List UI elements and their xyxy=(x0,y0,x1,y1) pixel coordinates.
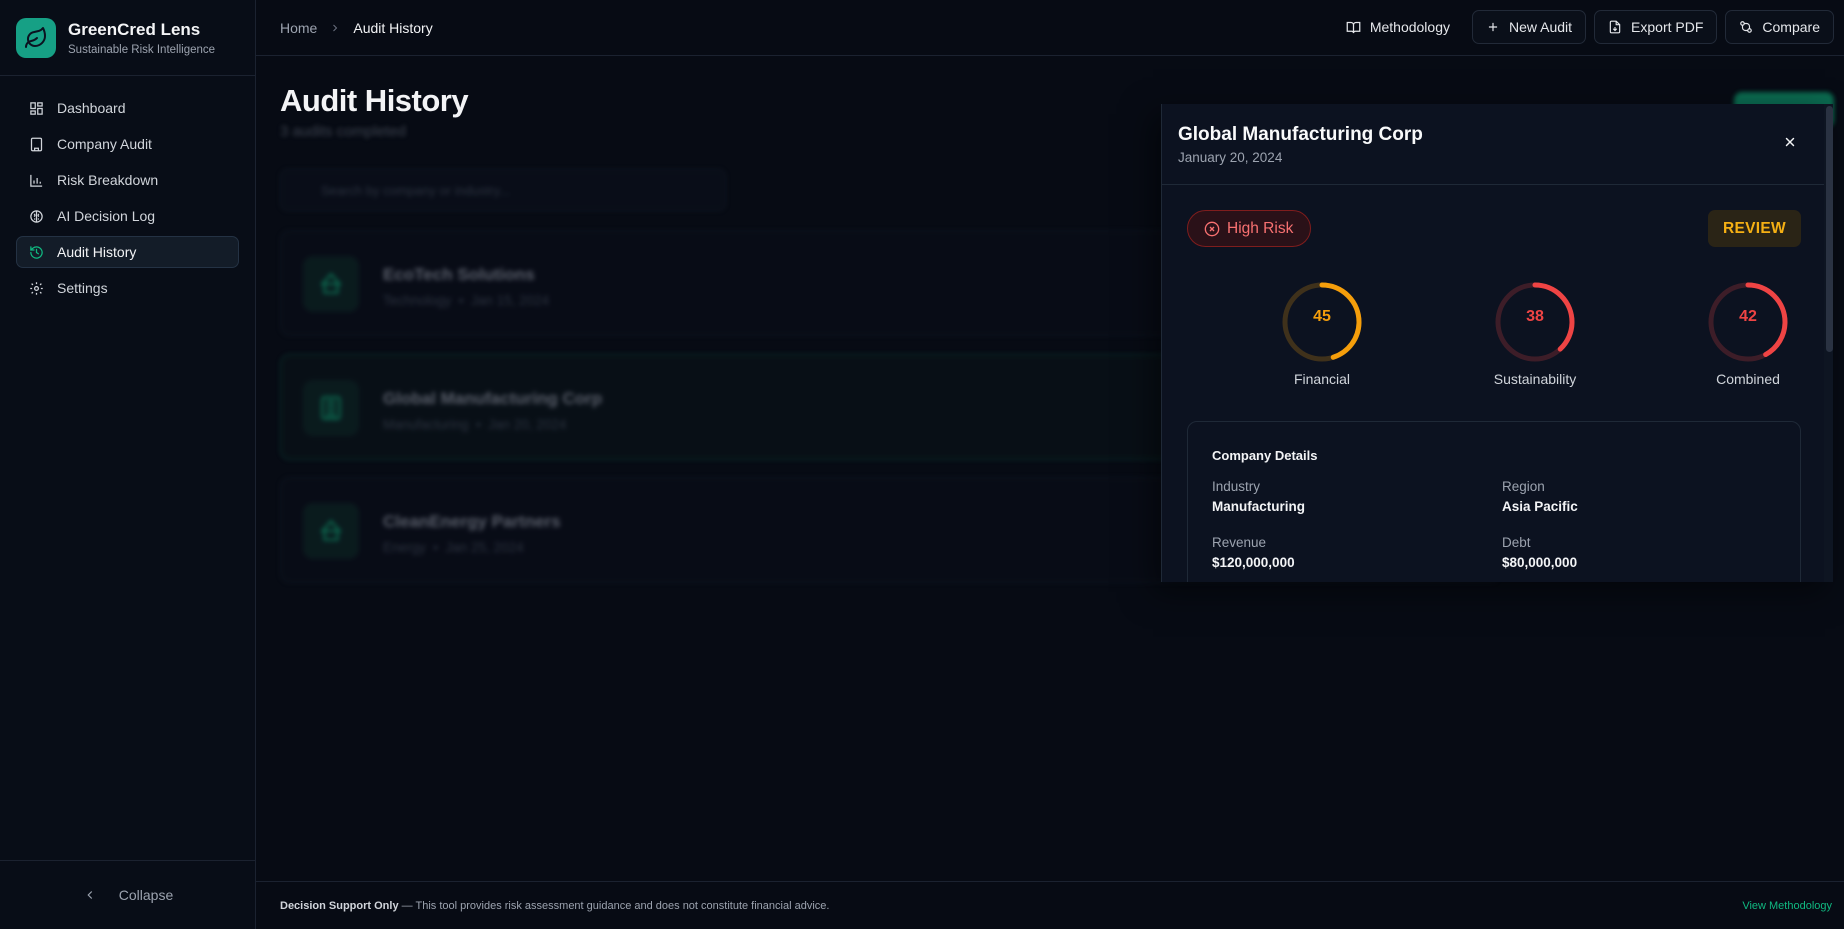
x-circle-icon xyxy=(1204,221,1220,236)
sidebar-item-label: Company Audit xyxy=(57,136,152,152)
methodology-label: Methodology xyxy=(1369,19,1450,35)
brand-title: GreenCred Lens xyxy=(68,19,201,39)
view-methodology-link[interactable]: View Methodology xyxy=(1742,900,1832,912)
gauge-label: Financial xyxy=(1293,371,1351,387)
revenue-value: $120,000,000 xyxy=(1212,555,1295,570)
details-title: Company Details xyxy=(1212,448,1318,463)
industry-label: Industry xyxy=(1212,479,1261,494)
compare-icon xyxy=(1740,21,1753,33)
compare-button[interactable]: Compare xyxy=(1725,10,1834,44)
combined-gauge: 42 Combined xyxy=(1688,280,1808,387)
sidebar-item-settings[interactable]: Settings xyxy=(16,272,239,304)
chevron-left-icon xyxy=(87,891,92,899)
footer: Decision Support Only — This tool provid… xyxy=(256,881,1844,929)
book-icon xyxy=(1346,21,1361,33)
audit-company-name: EcoTech Solutions xyxy=(383,265,535,284)
company-icon xyxy=(303,256,359,312)
bar-chart-icon xyxy=(30,174,43,187)
audit-detail-panel: Global Manufacturing Corp January 20, 20… xyxy=(1161,104,1833,582)
audit-meta: Manufacturing • Jan 20, 2024 xyxy=(383,417,567,432)
leaf-logo-icon[interactable] xyxy=(16,17,56,58)
building-icon xyxy=(303,380,359,436)
brain-icon xyxy=(30,209,43,223)
gauge-label: Combined xyxy=(1716,371,1780,387)
sustainability-gauge: 38 Sustainability xyxy=(1475,280,1595,387)
building-icon xyxy=(30,137,43,151)
region-value: Asia Pacific xyxy=(1502,499,1578,514)
sidebar-item-label: Dashboard xyxy=(57,100,126,116)
search-input[interactable]: Search by company or industry... xyxy=(280,169,726,211)
breadcrumb-home[interactable]: Home xyxy=(280,20,317,36)
gauge-value: 38 xyxy=(1526,308,1544,325)
sidebar-nav: Dashboard Company Audit Risk Breakdown A… xyxy=(0,76,255,304)
collapse-button[interactable]: Collapse xyxy=(0,860,256,929)
sidebar-item-label: Risk Breakdown xyxy=(57,172,159,188)
close-button[interactable] xyxy=(1778,130,1802,154)
audit-meta: Energy • Jan 25, 2024 xyxy=(383,540,524,555)
page-title: Audit History xyxy=(280,83,469,118)
sidebar-item-label: AI Decision Log xyxy=(57,208,156,224)
gear-icon xyxy=(30,281,43,295)
file-download-icon xyxy=(1609,20,1621,34)
export-pdf-button[interactable]: Export PDF xyxy=(1594,10,1718,44)
sidebar-item-risk-breakdown[interactable]: Risk Breakdown xyxy=(16,164,239,196)
close-icon xyxy=(1785,137,1795,147)
risk-label: High Risk xyxy=(1227,219,1294,237)
history-icon xyxy=(30,245,43,259)
revenue-label: Revenue xyxy=(1212,535,1267,550)
footer-text: — This tool provides risk assessment gui… xyxy=(398,899,830,912)
panel-header: Global Manufacturing Corp January 20, 20… xyxy=(1162,104,1833,185)
debt-value: $80,000,000 xyxy=(1502,555,1578,570)
sidebar-item-audit-history[interactable]: Audit History xyxy=(16,236,239,268)
footer-bold: Decision Support Only xyxy=(280,899,399,912)
topbar: Home Audit History Methodology New Audit… xyxy=(256,0,1844,56)
page-subtitle: 3 audits completed xyxy=(280,123,406,140)
industry-value: Manufacturing xyxy=(1212,499,1305,514)
sidebar-item-ai-decision-log[interactable]: AI Decision Log xyxy=(16,200,239,232)
gauge-value: 45 xyxy=(1313,308,1331,325)
brand-subtitle: Sustainable Risk Intelligence xyxy=(68,43,216,56)
sidebar-item-dashboard[interactable]: Dashboard xyxy=(16,92,239,124)
breadcrumb-current: Audit History xyxy=(353,19,433,36)
region-label: Region xyxy=(1502,479,1545,494)
chevron-right-icon xyxy=(333,24,338,31)
plus-icon xyxy=(1488,22,1498,32)
compare-label: Compare xyxy=(1762,19,1820,35)
panel-date: January 20, 2024 xyxy=(1178,150,1283,165)
sidebar: GreenCred Lens Sustainable Risk Intellig… xyxy=(0,0,256,929)
company-icon xyxy=(303,503,359,559)
panel-scrollbar-thumb[interactable] xyxy=(1826,106,1833,352)
sidebar-item-company-audit[interactable]: Company Audit xyxy=(16,128,239,160)
breadcrumb: Home Audit History xyxy=(280,20,433,36)
company-details-card: Company Details Industry Manufacturing R… xyxy=(1187,421,1801,582)
collapse-label: Collapse xyxy=(118,887,174,903)
gauge-value: 42 xyxy=(1739,308,1757,325)
panel-title: Global Manufacturing Corp xyxy=(1178,124,1423,145)
new-audit-button[interactable]: New Audit xyxy=(1472,10,1587,44)
audit-company-name: CleanEnergy Partners xyxy=(383,512,561,531)
methodology-button[interactable]: Methodology xyxy=(1332,10,1464,44)
debt-label: Debt xyxy=(1502,535,1531,550)
risk-badge: High Risk xyxy=(1187,210,1311,247)
financial-gauge: 45 Financial xyxy=(1262,280,1382,387)
audit-company-name: Global Manufacturing Corp xyxy=(383,389,603,408)
new-audit-label: New Audit xyxy=(1509,19,1573,35)
brand: GreenCred Lens Sustainable Risk Intellig… xyxy=(0,0,255,76)
audit-meta: Technology • Jan 15, 2024 xyxy=(383,293,550,308)
gauge-label: Sustainability xyxy=(1493,371,1577,387)
toolbar: Methodology New Audit Export PDF Compare xyxy=(1332,10,1834,44)
sidebar-item-label: Audit History xyxy=(57,244,137,260)
sidebar-item-label: Settings xyxy=(57,280,108,296)
dashboard-icon xyxy=(30,101,43,115)
decision-badge: REVIEW xyxy=(1708,210,1801,247)
export-pdf-label: Export PDF xyxy=(1631,19,1704,35)
